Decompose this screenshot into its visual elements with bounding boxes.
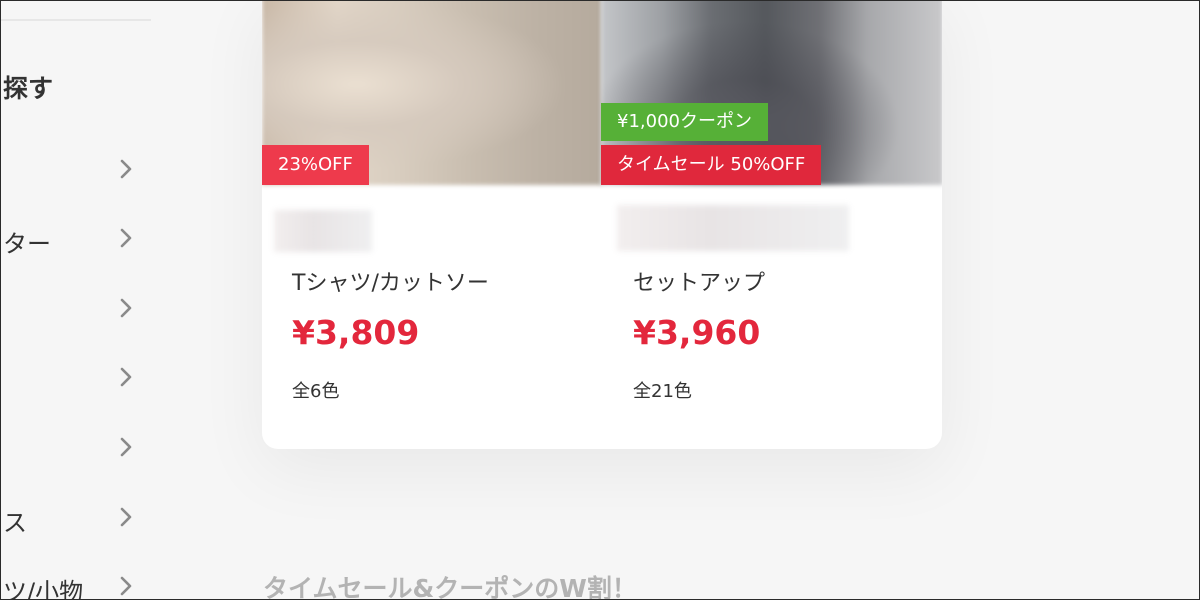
coupon-badge: ¥1,000クーポン <box>601 103 768 141</box>
sidebar-divider <box>1 19 151 21</box>
color-count: 全6色 <box>292 381 340 402</box>
brand-logo <box>617 205 849 251</box>
chevron-right-icon <box>120 507 132 527</box>
sidebar-item-6[interactable]: ス <box>1 497 151 537</box>
brand-logo <box>274 210 372 252</box>
sidebar-item-3[interactable] <box>1 288 151 328</box>
chevron-right-icon <box>120 437 132 457</box>
sidebar-heading: 探す <box>3 74 54 103</box>
color-count: 全21色 <box>633 381 692 402</box>
section-title: タイムセール&クーポンのW割！ <box>263 574 637 600</box>
sidebar-item-7[interactable]: ツ/小物 <box>1 566 151 600</box>
chevron-right-icon <box>120 298 132 318</box>
chevron-right-icon <box>120 576 132 596</box>
page: 探す ター ス ツ/小物 23%OFF Tシャツ/カットソー ¥3,809 全6… <box>0 0 1200 600</box>
product-card-group: 23%OFF Tシャツ/カットソー ¥3,809 全6色 ¥1,000クーポン … <box>262 1 942 449</box>
sidebar-item-label: ス <box>3 509 27 537</box>
product-price: ¥3,960 <box>633 313 761 352</box>
sidebar-item-1[interactable] <box>1 149 151 189</box>
product-card[interactable]: ¥1,000クーポン タイムセール 50%OFF セットアップ ¥3,960 全… <box>601 1 942 449</box>
chevron-right-icon <box>120 159 132 179</box>
sidebar-item-2[interactable]: ター <box>1 218 151 258</box>
sidebar-item-5[interactable] <box>1 427 151 467</box>
category-sidebar: 探す ター ス ツ/小物 <box>1 1 153 600</box>
product-name[interactable]: Tシャツ/カットソー <box>292 265 489 297</box>
product-price: ¥3,809 <box>292 313 420 352</box>
product-card[interactable]: 23%OFF Tシャツ/カットソー ¥3,809 全6色 <box>262 1 602 449</box>
chevron-right-icon <box>120 367 132 387</box>
sidebar-item-label: ター <box>3 230 51 258</box>
product-name[interactable]: セットアップ <box>633 265 765 297</box>
sidebar-item-label: ツ/小物 <box>3 578 84 600</box>
chevron-right-icon <box>120 228 132 248</box>
sidebar-item-4[interactable] <box>1 357 151 397</box>
discount-badge: 23%OFF <box>262 145 369 185</box>
time-sale-badge: タイムセール 50%OFF <box>601 145 822 185</box>
